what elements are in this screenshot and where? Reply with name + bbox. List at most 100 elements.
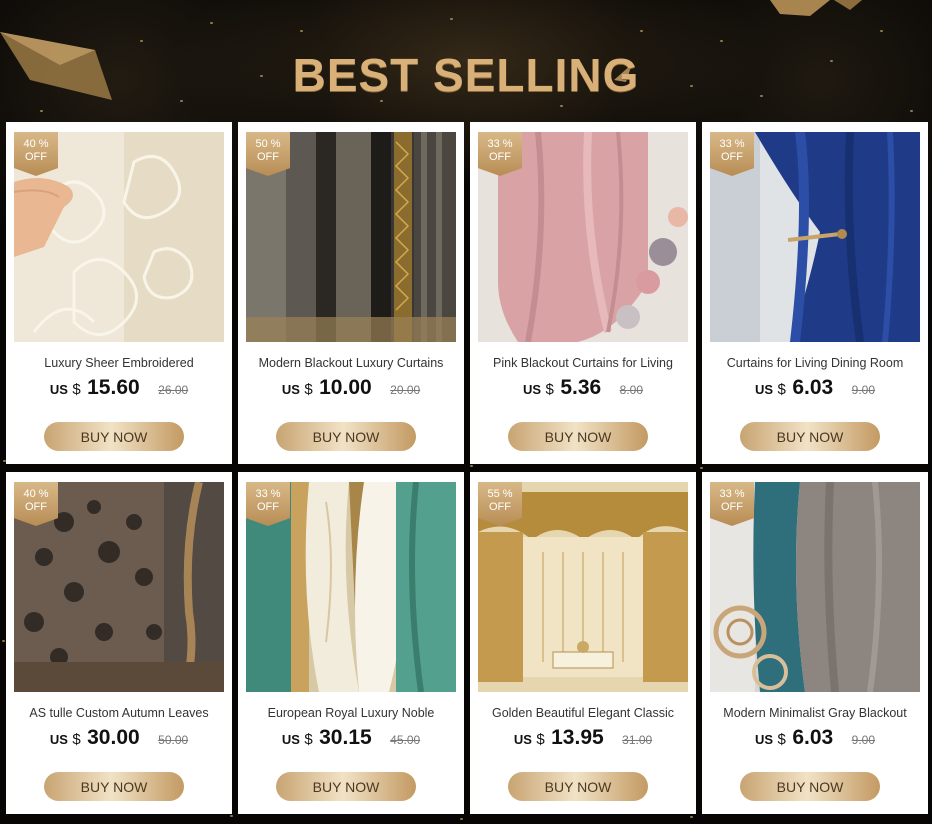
currency-label: US xyxy=(49,382,68,397)
currency-label: US xyxy=(513,732,532,747)
sparkle xyxy=(2,640,5,642)
currency-symbol: $ xyxy=(72,381,81,398)
currency-symbol: $ xyxy=(545,381,554,398)
price-row: US $ 10.00 20.00 xyxy=(238,376,464,400)
discount-badge: 33 % OFF xyxy=(710,132,754,176)
product-image[interactable]: 33 % OFF xyxy=(246,482,456,692)
sparkle xyxy=(300,30,303,32)
discount-badge: 40 % OFF xyxy=(14,132,58,176)
sparkle xyxy=(230,815,233,817)
product-name[interactable]: Modern Minimalist Gray Blackout xyxy=(702,706,928,720)
product-image[interactable]: 33 % OFF xyxy=(478,132,688,342)
discount-value: 33 % xyxy=(487,138,513,150)
sparkle xyxy=(640,30,643,32)
price-row: US $ 13.95 31.00 xyxy=(470,726,696,750)
price-row: US $ 6.03 9.00 xyxy=(702,376,928,400)
product-image[interactable]: 50 % OFF xyxy=(246,132,456,342)
product-name[interactable]: AS tulle Custom Autumn Leaves xyxy=(6,706,232,720)
product-name[interactable]: Pink Blackout Curtains for Living xyxy=(470,356,696,370)
discount-off: OFF xyxy=(257,151,279,163)
sale-price: 30.00 xyxy=(87,726,140,749)
sparkle xyxy=(560,105,563,107)
buy-now-button[interactable]: BUY NOW xyxy=(740,772,880,801)
sparkle xyxy=(40,110,43,112)
product-card[interactable]: 40 % OFF AS tulle Custom Autumn Leaves US… xyxy=(6,472,232,814)
original-price: 31.00 xyxy=(622,733,653,747)
discount-off: OFF xyxy=(257,501,279,513)
product-name[interactable]: Modern Blackout Luxury Curtains xyxy=(238,356,464,370)
sparkle xyxy=(720,40,723,42)
original-price: 8.00 xyxy=(619,383,643,397)
currency-label: US xyxy=(755,382,774,397)
sparkle xyxy=(910,110,913,112)
sale-price: 30.15 xyxy=(319,726,372,749)
product-name[interactable]: Luxury Sheer Embroidered xyxy=(6,356,232,370)
sparkle xyxy=(450,18,453,20)
buy-now-button[interactable]: BUY NOW xyxy=(276,772,416,801)
buy-now-button[interactable]: BUY NOW xyxy=(508,772,648,801)
currency-symbol: $ xyxy=(72,731,81,748)
original-price: 9.00 xyxy=(851,733,875,747)
discount-off: OFF xyxy=(721,151,743,163)
original-price: 20.00 xyxy=(390,383,421,397)
product-card[interactable]: 33 % OFF European Royal Luxury Noble US $… xyxy=(238,472,464,814)
discount-value: 33 % xyxy=(719,138,745,150)
product-image[interactable]: 33 % OFF xyxy=(710,132,920,342)
currency-label: US xyxy=(281,732,300,747)
sparkle xyxy=(140,40,143,42)
gold-shard-right xyxy=(770,0,862,16)
product-card[interactable]: 33 % OFF Modern Minimalist Gray Blackout … xyxy=(702,472,928,814)
price-row: US $ 5.36 8.00 xyxy=(470,376,696,400)
buy-now-button[interactable]: BUY NOW xyxy=(276,422,416,451)
sale-price: 6.03 xyxy=(792,726,834,749)
discount-off: OFF xyxy=(489,151,511,163)
discount-off: OFF xyxy=(721,501,743,513)
discount-value: 40 % xyxy=(23,488,49,500)
product-card[interactable]: 55 % OFF Golden Beautiful Elegant Classic… xyxy=(470,472,696,814)
product-name[interactable]: European Royal Luxury Noble xyxy=(238,706,464,720)
discount-off: OFF xyxy=(25,501,47,513)
product-image[interactable]: 40 % OFF xyxy=(14,132,224,342)
currency-symbol: $ xyxy=(536,731,545,748)
discount-off: OFF xyxy=(25,151,47,163)
sparkle xyxy=(880,30,883,32)
currency-label: US xyxy=(523,382,542,397)
price-row: US $ 15.60 26.00 xyxy=(6,376,232,400)
sparkle xyxy=(690,816,693,818)
product-card[interactable]: 50 % OFF Modern Blackout Luxury Curtains … xyxy=(238,122,464,464)
discount-badge: 55 % OFF xyxy=(478,482,522,526)
buy-now-button[interactable]: BUY NOW xyxy=(740,422,880,451)
price-row: US $ 6.03 9.00 xyxy=(702,726,928,750)
discount-value: 40 % xyxy=(23,138,49,150)
original-price: 45.00 xyxy=(390,733,421,747)
product-image[interactable]: 55 % OFF xyxy=(478,482,688,692)
product-image[interactable]: 33 % OFF xyxy=(710,482,920,692)
currency-label: US xyxy=(755,732,774,747)
page-title: BEST SELLING xyxy=(292,49,640,101)
sparkle xyxy=(700,467,703,469)
product-name[interactable]: Curtains for Living Dining Room xyxy=(702,356,928,370)
buy-now-button[interactable]: BUY NOW xyxy=(44,422,184,451)
product-image[interactable]: 40 % OFF xyxy=(14,482,224,692)
product-card[interactable]: 40 % OFF Luxury Sheer Embroidered US $ 15… xyxy=(6,122,232,464)
sale-price: 5.36 xyxy=(560,376,602,399)
sale-price: 15.60 xyxy=(87,376,140,399)
product-card[interactable]: 33 % OFF Pink Blackout Curtains for Livin… xyxy=(470,122,696,464)
product-name[interactable]: Golden Beautiful Elegant Classic xyxy=(470,706,696,720)
original-price: 50.00 xyxy=(158,733,189,747)
currency-symbol: $ xyxy=(777,731,786,748)
sparkle xyxy=(210,22,213,24)
original-price: 9.00 xyxy=(851,383,875,397)
sale-price: 10.00 xyxy=(319,376,372,399)
currency-label: US xyxy=(281,382,300,397)
buy-now-button[interactable]: BUY NOW xyxy=(508,422,648,451)
discount-badge: 33 % OFF xyxy=(478,132,522,176)
discount-badge: 50 % OFF xyxy=(246,132,290,176)
product-card[interactable]: 33 % OFF Curtains for Living Dining Room … xyxy=(702,122,928,464)
discount-value: 33 % xyxy=(255,488,281,500)
discount-value: 50 % xyxy=(255,138,281,150)
discount-off: OFF xyxy=(489,501,511,513)
buy-now-button[interactable]: BUY NOW xyxy=(44,772,184,801)
sale-price: 13.95 xyxy=(551,726,604,749)
sale-price: 6.03 xyxy=(792,376,834,399)
